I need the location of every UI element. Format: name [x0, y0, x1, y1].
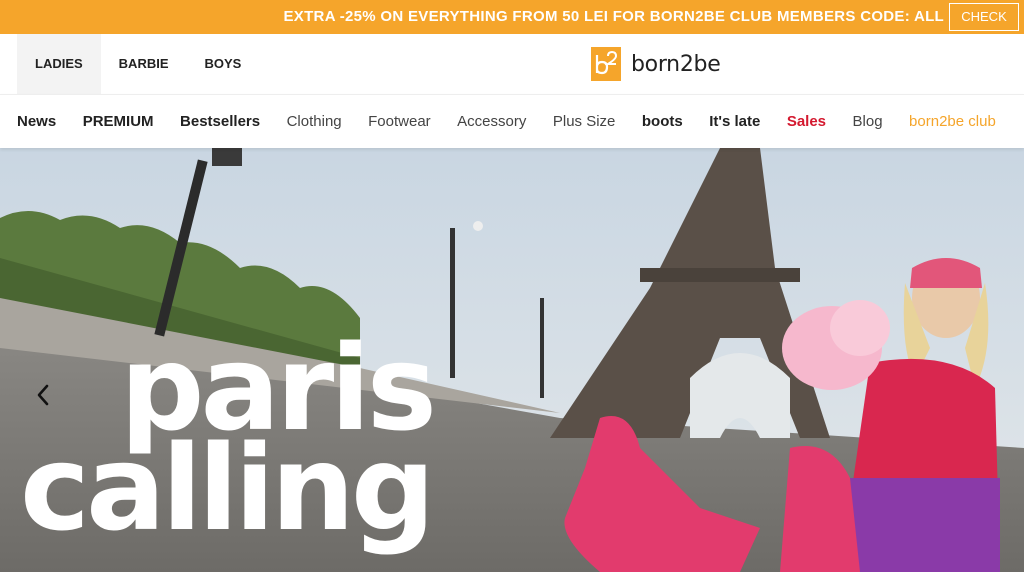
- nav-item-accessory[interactable]: Accessory: [457, 113, 526, 130]
- logo[interactable]: born2be: [591, 47, 721, 81]
- promo-bar: EXTRA -25% ON EVERYTHING FROM 50 LEI FOR…: [0, 0, 1024, 34]
- chevron-left-icon[interactable]: [32, 380, 54, 410]
- tab-barbie[interactable]: BARBIE: [101, 34, 187, 94]
- nav-item-sales[interactable]: Sales: [787, 113, 826, 130]
- nav-item-news[interactable]: News: [17, 113, 56, 130]
- nav-item-its-late[interactable]: It's late: [709, 113, 760, 130]
- nav-item-premium[interactable]: PREMIUM: [83, 113, 154, 130]
- nav-item-born2be-club[interactable]: born2be club: [909, 113, 996, 130]
- nav-item-plus-size[interactable]: Plus Size: [553, 113, 616, 130]
- hero-title: paris calling: [20, 329, 437, 547]
- hero-banner[interactable]: paris calling: [0, 148, 1024, 572]
- main-nav: News PREMIUM Bestsellers Clothing Footwe…: [0, 94, 1024, 148]
- tab-boys[interactable]: BOYS: [187, 34, 260, 94]
- nav-item-bestsellers[interactable]: Bestsellers: [180, 113, 260, 130]
- nav-item-boots[interactable]: boots: [642, 113, 683, 130]
- tab-ladies[interactable]: LADIES: [17, 34, 101, 94]
- nav-item-clothing[interactable]: Clothing: [287, 113, 342, 130]
- nav-item-blog[interactable]: Blog: [853, 113, 883, 130]
- logo-text: born2be: [631, 51, 721, 77]
- logo-mark-icon: [591, 47, 621, 81]
- check-button[interactable]: CHECK: [949, 3, 1019, 31]
- gender-tabs: LADIES BARBIE BOYS: [17, 34, 259, 94]
- promo-text: EXTRA -25% ON EVERYTHING FROM 50 LEI FOR…: [283, 8, 944, 25]
- hero-title-line2: calling: [20, 419, 435, 557]
- header: LADIES BARBIE BOYS born2be: [0, 34, 1024, 94]
- nav-item-footwear[interactable]: Footwear: [368, 113, 431, 130]
